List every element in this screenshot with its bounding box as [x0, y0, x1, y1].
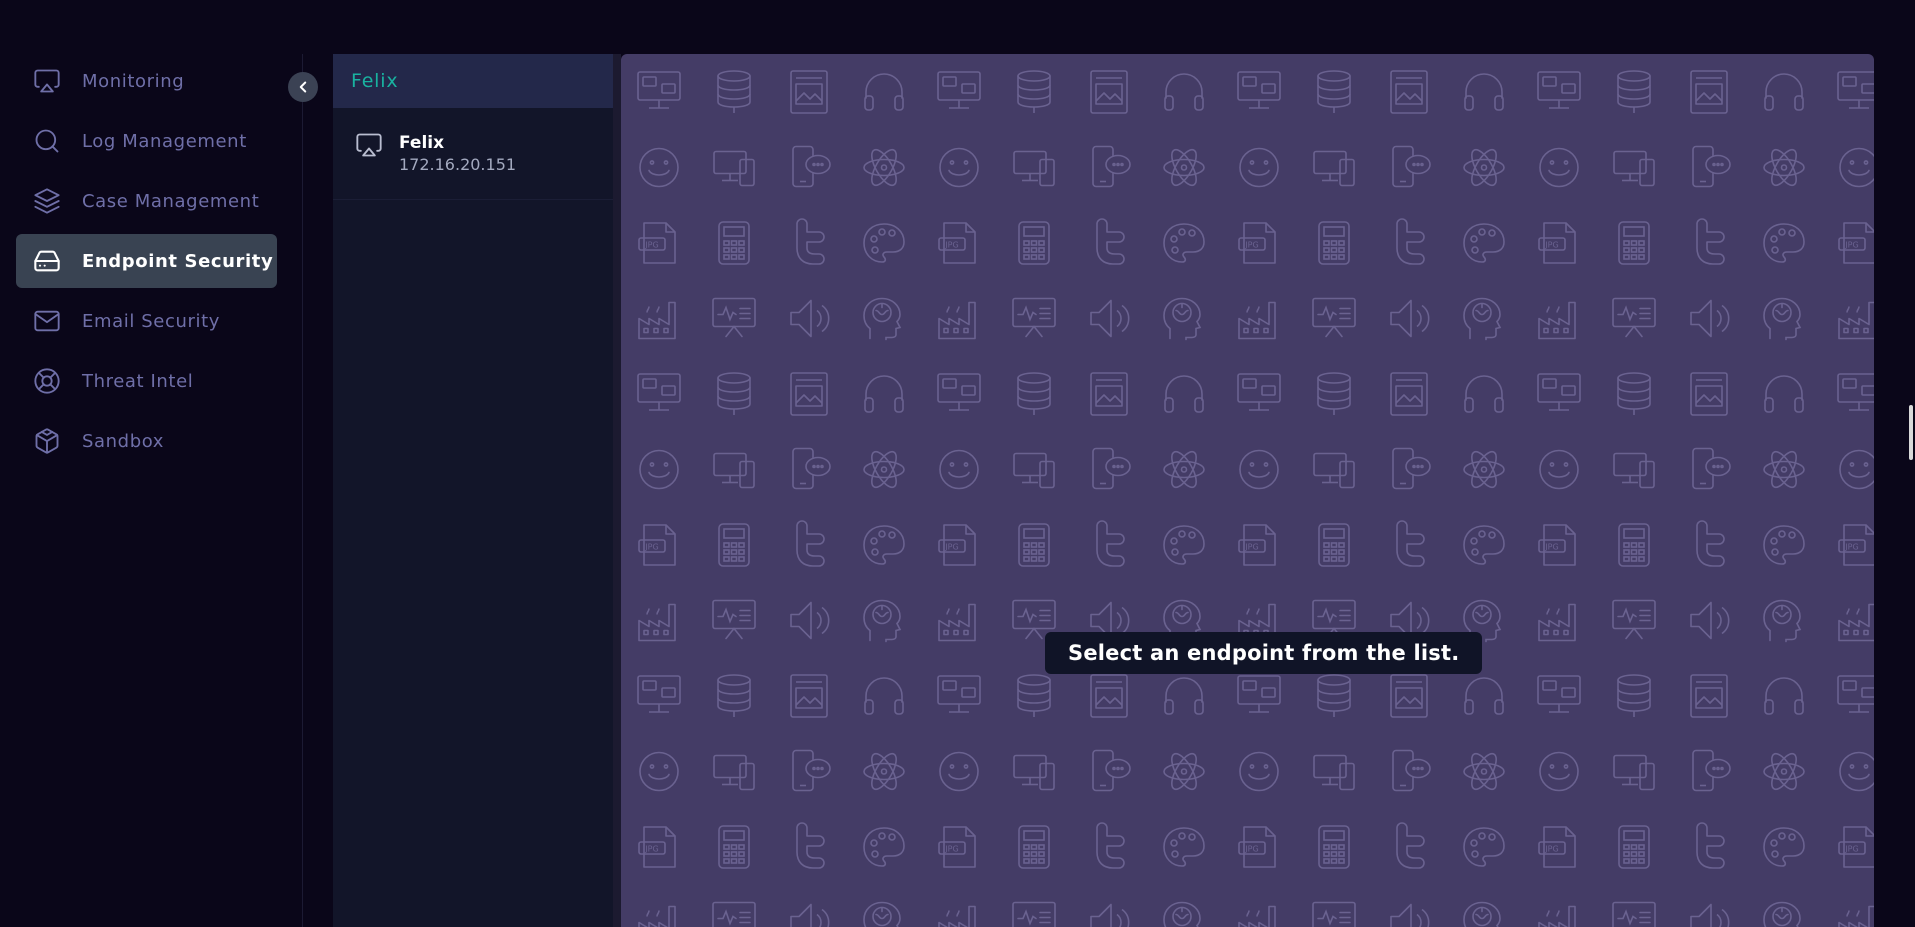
endpoint-info: Felix 172.16.20.151: [399, 132, 516, 176]
box-icon: [32, 426, 62, 456]
sidebar-item-monitoring[interactable]: Monitoring: [16, 54, 277, 108]
layers-icon: [32, 186, 62, 216]
sidebar-item-threat-intel[interactable]: Threat Intel: [16, 354, 277, 408]
sidebar-nav: Monitoring Log Management Case Managemen…: [16, 54, 277, 474]
doodle-pattern-background: JPG: [637, 70, 1874, 927]
sidebar-item-endpoint-security[interactable]: Endpoint Security: [16, 234, 277, 288]
page-scrollbar[interactable]: [1907, 0, 1915, 927]
empty-state-message: Select an endpoint from the list.: [1045, 632, 1483, 674]
life-buoy-icon: [32, 366, 62, 396]
sidebar-item-label: Email Security: [82, 310, 220, 332]
search-icon: [32, 126, 62, 156]
panel-divider: [613, 54, 621, 927]
sidebar-item-label: Threat Intel: [82, 370, 194, 392]
sidebar-item-case-management[interactable]: Case Management: [16, 174, 277, 228]
sidebar-item-label: Monitoring: [82, 70, 185, 92]
page-scrollbar-thumb[interactable]: [1909, 405, 1913, 460]
endpoint-ip: 172.16.20.151: [399, 154, 517, 174]
sidebar-item-label: Log Management: [82, 130, 247, 152]
endpoint-search-bar: [333, 54, 613, 108]
chevron-left-icon: [299, 81, 307, 93]
sidebar-collapse-button[interactable]: [288, 72, 318, 102]
sidebar-item-label: Endpoint Security: [82, 250, 274, 272]
sidebar-item-sandbox[interactable]: Sandbox: [16, 414, 277, 468]
endpoint-search-input[interactable]: [349, 69, 596, 93]
endpoint-list-item[interactable]: Felix 172.16.20.151: [333, 108, 613, 200]
content-area: JPG: [621, 54, 1874, 927]
sidebar-item-log-management[interactable]: Log Management: [16, 114, 277, 168]
sidebar-item-email-security[interactable]: Email Security: [16, 294, 277, 348]
sidebar-item-label: Case Management: [82, 190, 260, 212]
sidebar: Monitoring Log Management Case Managemen…: [0, 54, 303, 927]
monitor-icon: [32, 66, 62, 96]
sidebar-item-label: Sandbox: [82, 430, 165, 452]
endpoint-list-panel: Felix 172.16.20.151: [333, 54, 613, 927]
airplay-icon: [356, 133, 382, 156]
hard-drive-icon: [32, 246, 62, 276]
mail-icon: [32, 306, 62, 336]
endpoint-name: Felix: [399, 132, 445, 153]
